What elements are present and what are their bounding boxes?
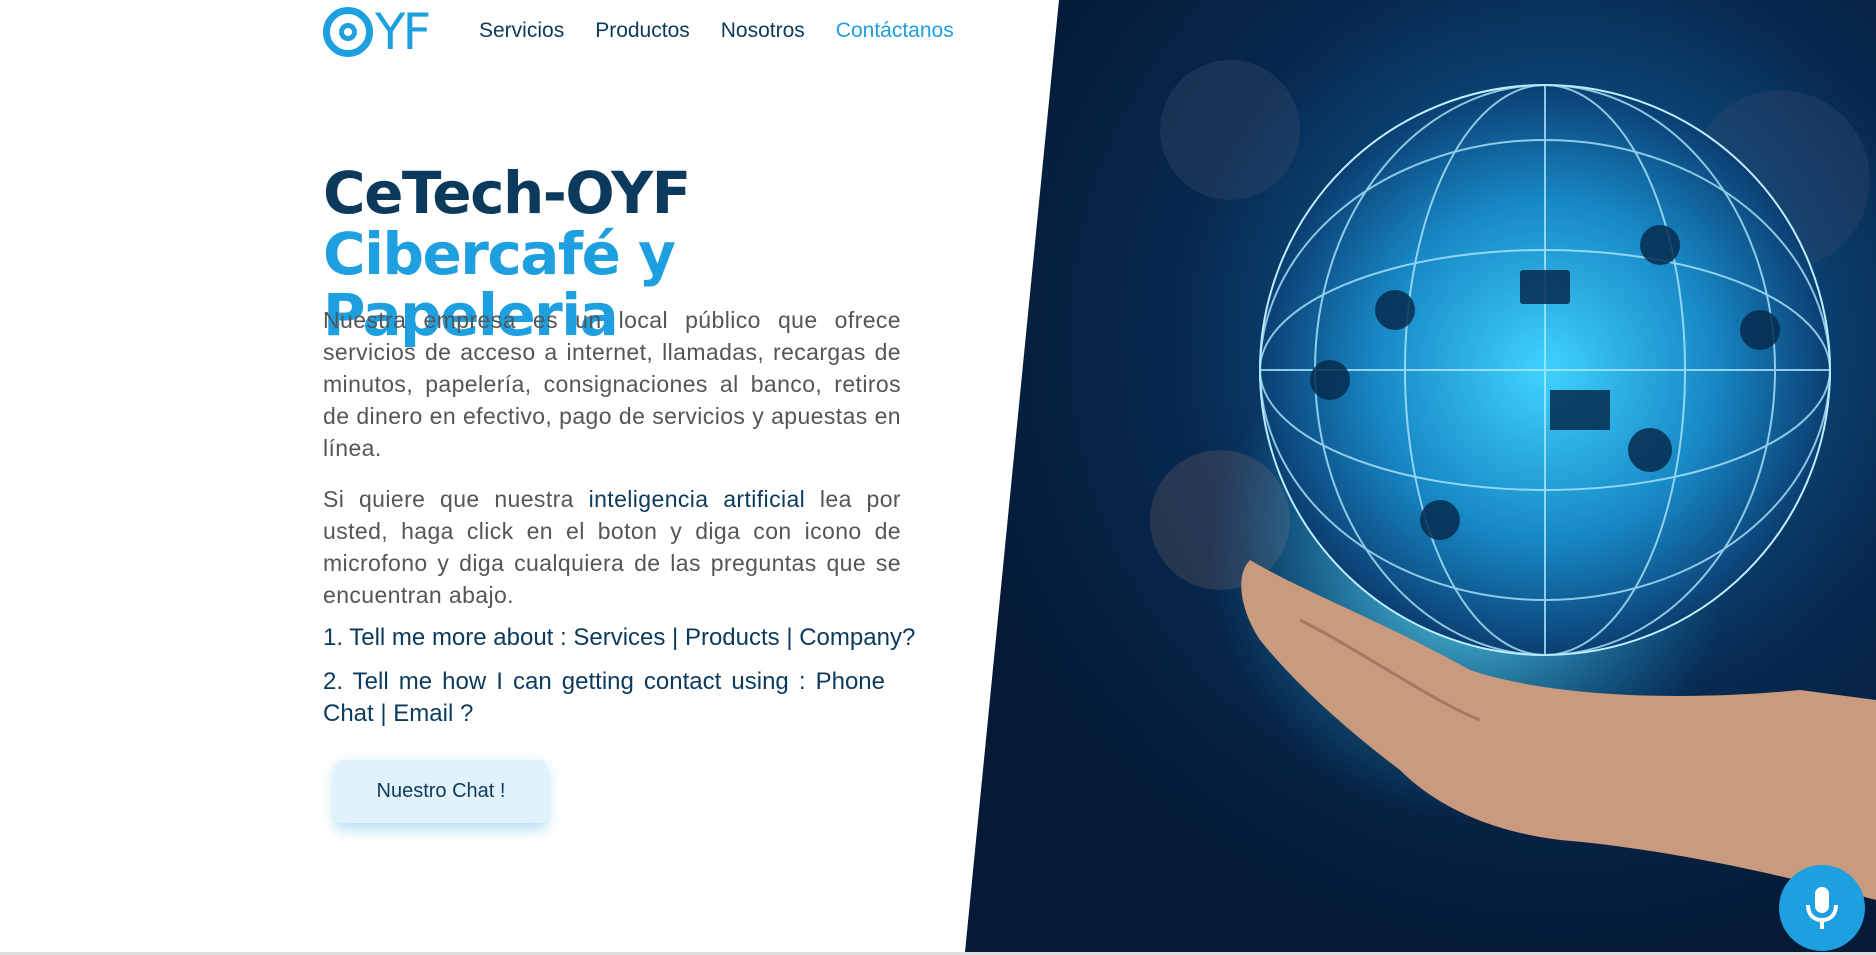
nav-item-productos[interactable]: Productos (595, 18, 690, 44)
logo[interactable]: YF (323, 6, 441, 58)
nav-item-servicios[interactable]: Servicios (479, 18, 564, 44)
ai-instructions: Si quiere que nuestra inteligencia artif… (323, 483, 901, 611)
ai-highlight: inteligencia artificial (588, 486, 806, 512)
question-1: 1. Tell me more about : Services | Produ… (323, 624, 916, 651)
chat-button[interactable]: Nuestro Chat ! (335, 760, 547, 823)
nav-item-nosotros[interactable]: Nosotros (721, 18, 805, 44)
microphone-button[interactable] (1779, 865, 1865, 951)
company-description: Nuestra empresa es un local público que … (323, 307, 901, 461)
microphone-icon (1806, 887, 1838, 929)
main-nav: Servicios Productos Nosotros Contáctanos (479, 18, 954, 44)
target-icon (323, 7, 373, 57)
nav-item-contactanos[interactable]: Contáctanos (836, 18, 954, 44)
question-2: 2. Tell me how I can getting contact usi… (323, 668, 885, 727)
logo-text: YF (375, 3, 431, 61)
ai-intro: Si quiere que nuestra (323, 486, 574, 512)
hero-image (965, 0, 1876, 952)
title-brand: CeTech-OYF (323, 159, 691, 227)
globe-illustration (1150, 60, 1876, 900)
